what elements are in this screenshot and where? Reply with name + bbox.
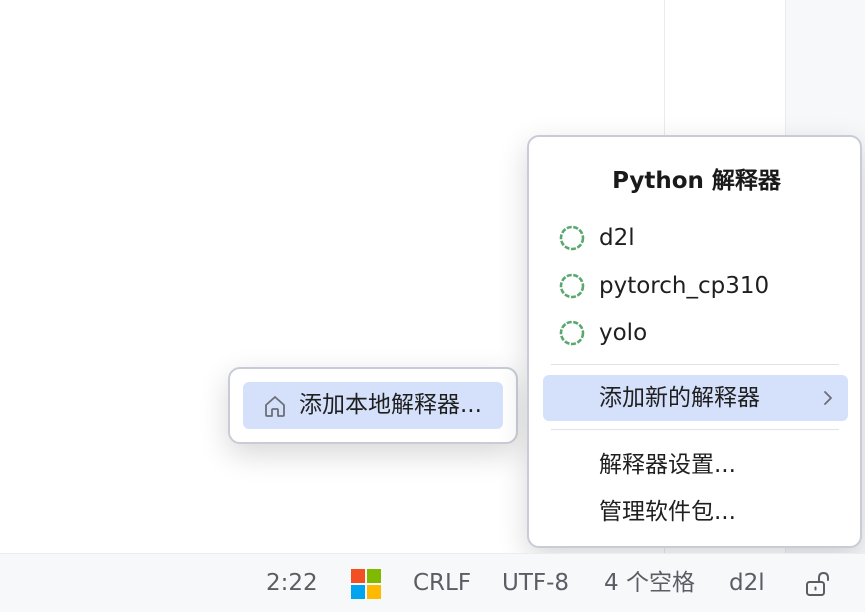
conda-env-icon (559, 225, 585, 251)
interpreter-label: d2l (599, 225, 635, 251)
interpreter-settings-item[interactable]: 解释器设置... (543, 442, 848, 488)
unlocked-icon[interactable] (803, 569, 833, 599)
python-interpreter-popup: Python 解释器 d2l pytorch_cp310 yolo 添加新的解释… (527, 135, 862, 548)
add-new-interpreter-item[interactable]: 添加新的解释器 (543, 375, 848, 421)
interpreter-item-d2l[interactable]: d2l (543, 215, 848, 261)
windows-logo-icon[interactable] (351, 569, 381, 599)
add-new-interpreter-label: 添加新的解释器 (599, 385, 760, 411)
caret-position[interactable]: 2:22 (266, 554, 318, 612)
conda-env-icon (559, 273, 585, 299)
conda-env-icon (559, 320, 585, 346)
popup-title: Python 解释器 (612, 168, 781, 194)
status-bar: 2:22 CRLF UTF-8 4 个空格 d2l (0, 553, 865, 612)
interpreter-label: pytorch_cp310 (599, 273, 770, 299)
indent-widget[interactable]: 4 个空格 (604, 554, 695, 612)
chevron-right-icon (824, 391, 832, 405)
interpreter-label: yolo (599, 320, 648, 346)
menu-separator (551, 364, 839, 365)
manage-packages-label: 管理软件包... (599, 499, 736, 525)
home-icon (265, 396, 285, 417)
add-local-interpreter-item[interactable]: 添加本地解释器... (243, 382, 503, 429)
interpreter-settings-label: 解释器设置... (599, 452, 736, 478)
line-separator-widget[interactable]: CRLF (413, 554, 471, 612)
file-encoding-widget[interactable]: UTF-8 (502, 554, 569, 612)
interpreter-item-yolo[interactable]: yolo (543, 310, 848, 356)
add-interpreter-submenu: 添加本地解释器... (228, 367, 518, 444)
menu-separator (551, 429, 839, 430)
interpreter-item-pytorch-cp310[interactable]: pytorch_cp310 (543, 263, 848, 309)
manage-packages-item[interactable]: 管理软件包... (543, 489, 848, 535)
interpreter-widget[interactable]: d2l (729, 554, 765, 612)
ide-window: 添加本地解释器... Python 解释器 d2l pytorch_cp310 … (0, 0, 865, 612)
add-local-interpreter-label: 添加本地解释器... (299, 392, 482, 418)
